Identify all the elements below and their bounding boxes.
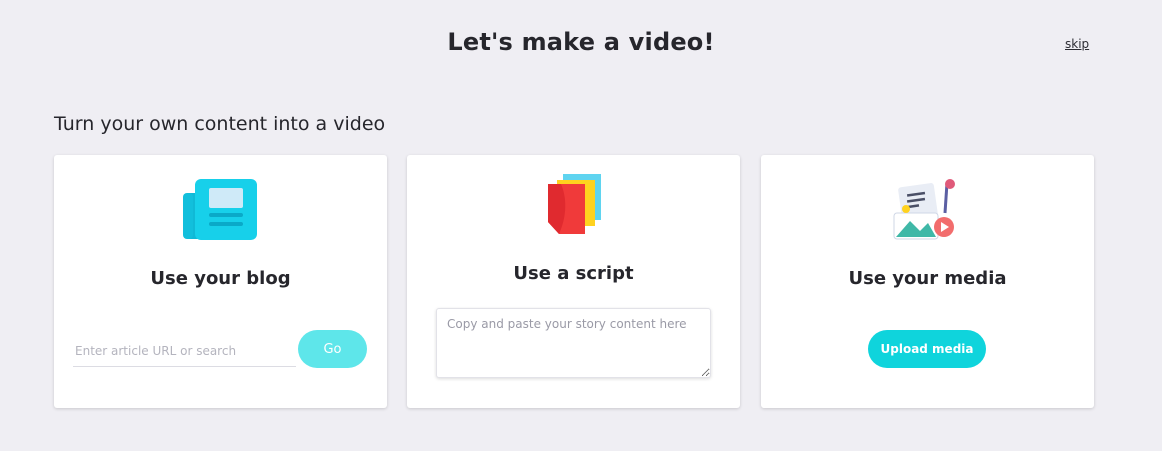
- blog-card[interactable]: Use your blog Go: [54, 155, 387, 408]
- blog-card-title: Use your blog: [150, 268, 291, 289]
- media-card[interactable]: Use your media Upload media: [761, 155, 1094, 408]
- media-collage-icon: [892, 179, 962, 245]
- story-content-textarea[interactable]: [436, 308, 711, 378]
- script-card[interactable]: Use a script: [407, 155, 740, 408]
- page-title: Let's make a video!: [447, 28, 715, 56]
- onboarding-page: Let's make a video! skip Turn your own c…: [0, 0, 1162, 451]
- script-card-title: Use a script: [513, 263, 634, 284]
- upload-media-button[interactable]: Upload media: [868, 330, 986, 368]
- newspaper-icon: [183, 179, 259, 245]
- script-pages-icon: [547, 174, 603, 240]
- media-card-title: Use your media: [848, 268, 1007, 289]
- go-button[interactable]: Go: [298, 330, 367, 368]
- article-url-input[interactable]: [73, 336, 296, 367]
- skip-link[interactable]: skip: [1065, 37, 1089, 51]
- section-title: Turn your own content into a video: [54, 113, 386, 135]
